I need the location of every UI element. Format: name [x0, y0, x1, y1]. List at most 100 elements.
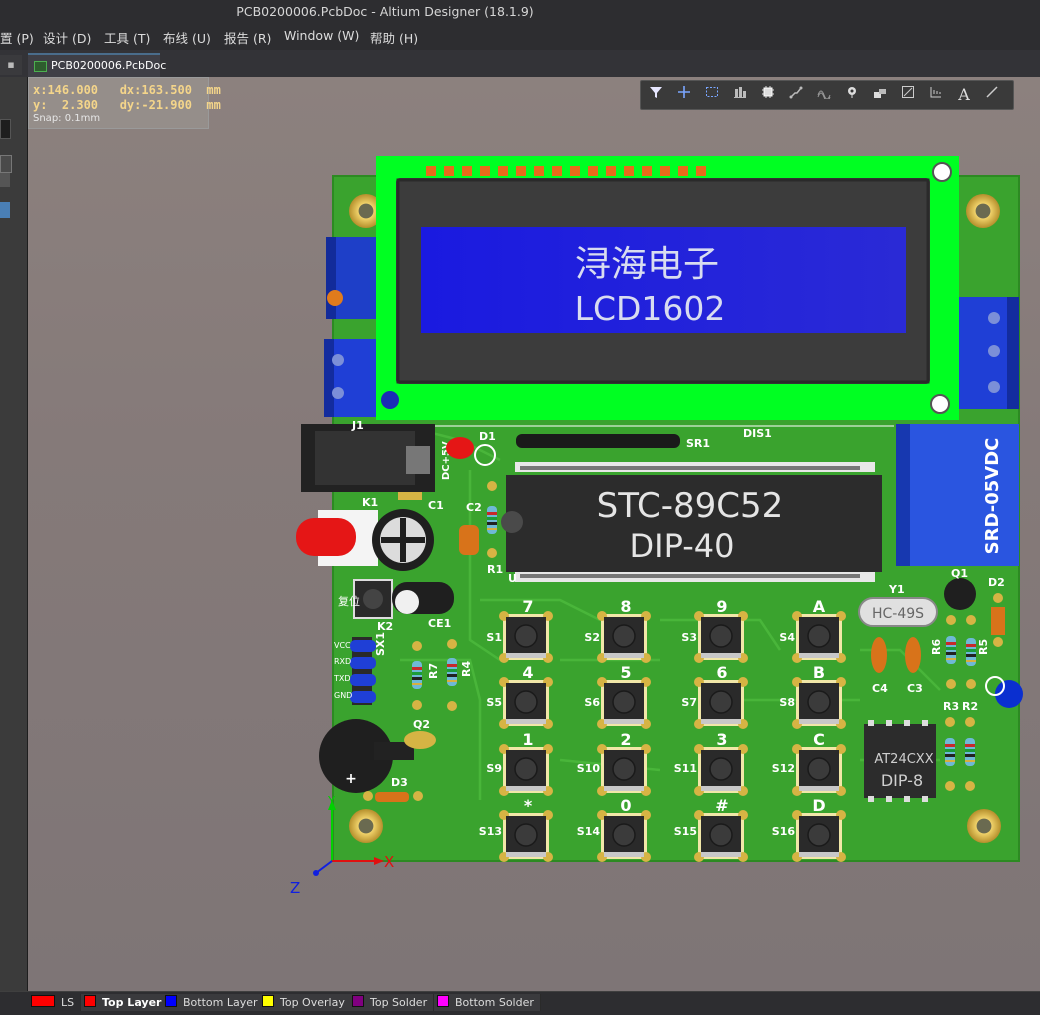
active-bar-toolbar: A: [640, 80, 1014, 110]
ref-sr1: SR1: [686, 437, 710, 450]
ref-r2: R2: [962, 700, 978, 713]
polygon-icon[interactable]: [898, 85, 918, 105]
panel-pin-button[interactable]: ▪: [0, 55, 22, 75]
text-icon[interactable]: A: [954, 85, 974, 105]
panel-button[interactable]: [0, 173, 10, 187]
ref-sx1: SX1: [374, 632, 387, 656]
ref-r1: R1: [487, 563, 503, 576]
panel-field[interactable]: [0, 119, 11, 139]
fill-icon[interactable]: [870, 85, 890, 105]
layer-tab-top-solder[interactable]: Top Solder: [349, 994, 435, 1011]
layer-color-swatch: [84, 995, 96, 1007]
route-icon[interactable]: [786, 85, 806, 105]
key-ref: S14: [577, 825, 601, 838]
ref-u: U: [508, 572, 517, 585]
key-ref: S7: [681, 696, 697, 709]
layer-color-swatch: [165, 995, 177, 1007]
ref-r5: R5: [977, 639, 990, 655]
crystal-label: HC-49S: [872, 606, 924, 622]
coord-row-x: x:146.000 dx:163.500 mm: [33, 83, 221, 97]
ref-r3: R3: [943, 700, 959, 713]
via-icon[interactable]: [842, 85, 862, 105]
ref-c4: C4: [872, 682, 888, 695]
layer-color-swatch: [437, 995, 449, 1007]
relay-label: SRD-05VDC: [982, 438, 1003, 555]
ref-dis1: DIS1: [743, 427, 772, 440]
key-label: 2: [620, 730, 631, 749]
layer-tab-bottom-layer[interactable]: Bottom Layer: [162, 994, 265, 1011]
ref-r6: R6: [930, 639, 943, 655]
layer-color-swatch: [352, 995, 364, 1007]
eeprom-line1: AT24CXX: [874, 752, 933, 767]
tab-pcb-document[interactable]: PCB0200006.PcbDoc: [28, 53, 166, 77]
lcd-line2: LCD1602: [575, 289, 726, 328]
axis-y-label: Y: [327, 794, 336, 808]
layer-color-swatch: [262, 995, 274, 1007]
layer-label: Top Overlay: [280, 996, 345, 1009]
menu-window[interactable]: Window (W): [284, 28, 359, 43]
key-ref: S9: [486, 762, 502, 775]
menu-place[interactable]: 置 (P): [0, 28, 34, 47]
pin-vcc: VCC: [334, 641, 351, 650]
menu-bar: 置 (P) 设计 (D) 工具 (T) 布线 (U) 报告 (R) Window…: [0, 24, 1040, 50]
key-ref: S6: [584, 696, 600, 709]
key-label: 7: [522, 597, 533, 616]
axis-z-label: Z: [290, 879, 300, 897]
pin-gnd: GND: [334, 691, 352, 700]
layer-tab-top-layer[interactable]: Top Layer: [81, 994, 169, 1011]
axis-x-label: X: [384, 853, 394, 871]
menu-help[interactable]: 帮助 (H): [370, 28, 418, 47]
key-label: A: [813, 597, 826, 616]
key-label: #: [715, 796, 728, 815]
layer-label: LS: [61, 996, 75, 1009]
key-ref: S4: [779, 631, 795, 644]
menu-reports[interactable]: 报告 (R): [224, 28, 271, 47]
key-ref: S5: [486, 696, 502, 709]
ref-k2: K2: [377, 620, 393, 633]
text-icon-glyph: A: [958, 85, 970, 104]
menu-design[interactable]: 设计 (D): [43, 28, 91, 47]
ref-k1: K1: [362, 496, 378, 509]
diff-pair-icon[interactable]: [814, 85, 834, 105]
panel-button[interactable]: [0, 155, 12, 173]
ref-q2: Q2: [413, 718, 430, 731]
key-label: C: [813, 730, 825, 749]
component-icon[interactable]: [758, 85, 778, 105]
key-ref: S13: [479, 825, 502, 838]
panel-selected-item[interactable]: [0, 202, 10, 218]
pin-txd: TXD: [333, 674, 351, 683]
layer-label: Bottom Solder: [455, 996, 534, 1009]
menu-tools[interactable]: 工具 (T): [104, 28, 150, 47]
key-label: D: [812, 796, 825, 815]
key-ref: S16: [772, 825, 796, 838]
line-icon[interactable]: [982, 85, 1002, 105]
key-ref: S10: [577, 762, 601, 775]
key-label: 9: [716, 597, 727, 616]
window-title: PCB0200006.PcbDoc - Altium Designer (18.…: [236, 4, 534, 19]
left-side-panel[interactable]: [0, 77, 28, 991]
ref-d2: D2: [988, 576, 1005, 589]
layer-tabs-bar: LS Top Layer Bottom Layer Top Overlay To…: [0, 991, 1040, 1015]
coord-row-y: y: 2.300 dy:-21.900 mm: [33, 98, 221, 112]
key-label: 1: [522, 730, 533, 749]
layer-tab-bottom-solder[interactable]: Bottom Solder: [434, 994, 541, 1011]
align-icon[interactable]: [730, 85, 750, 105]
ref-d3: D3: [391, 776, 408, 789]
crosshair-icon[interactable]: [674, 85, 694, 105]
document-tab-bar: ▪ PCB0200006.PcbDoc: [0, 50, 1040, 77]
key-label: 4: [522, 663, 533, 682]
layer-label: Top Solder: [370, 996, 428, 1009]
select-rect-icon[interactable]: [702, 85, 722, 105]
menu-route[interactable]: 布线 (U): [163, 28, 211, 47]
key-ref: S8: [779, 696, 795, 709]
reset-label: 复位: [338, 594, 360, 608]
dimension-icon[interactable]: [926, 85, 946, 105]
tab-label: PCB0200006.PcbDoc: [51, 59, 167, 72]
layer-tab-top-overlay[interactable]: Top Overlay: [259, 994, 352, 1011]
mcu-line1: STC-89C52: [597, 486, 784, 526]
layer-set-button[interactable]: LS: [28, 994, 82, 1011]
key-ref: S11: [674, 762, 697, 775]
filter-icon[interactable]: [646, 85, 666, 105]
pcb-3d-view[interactable]: 浔海电子 LCD1602 J1 DC+5V D1 SR1 DIS1 STC-89…: [28, 77, 1040, 991]
layer-label: Bottom Layer: [183, 996, 258, 1009]
